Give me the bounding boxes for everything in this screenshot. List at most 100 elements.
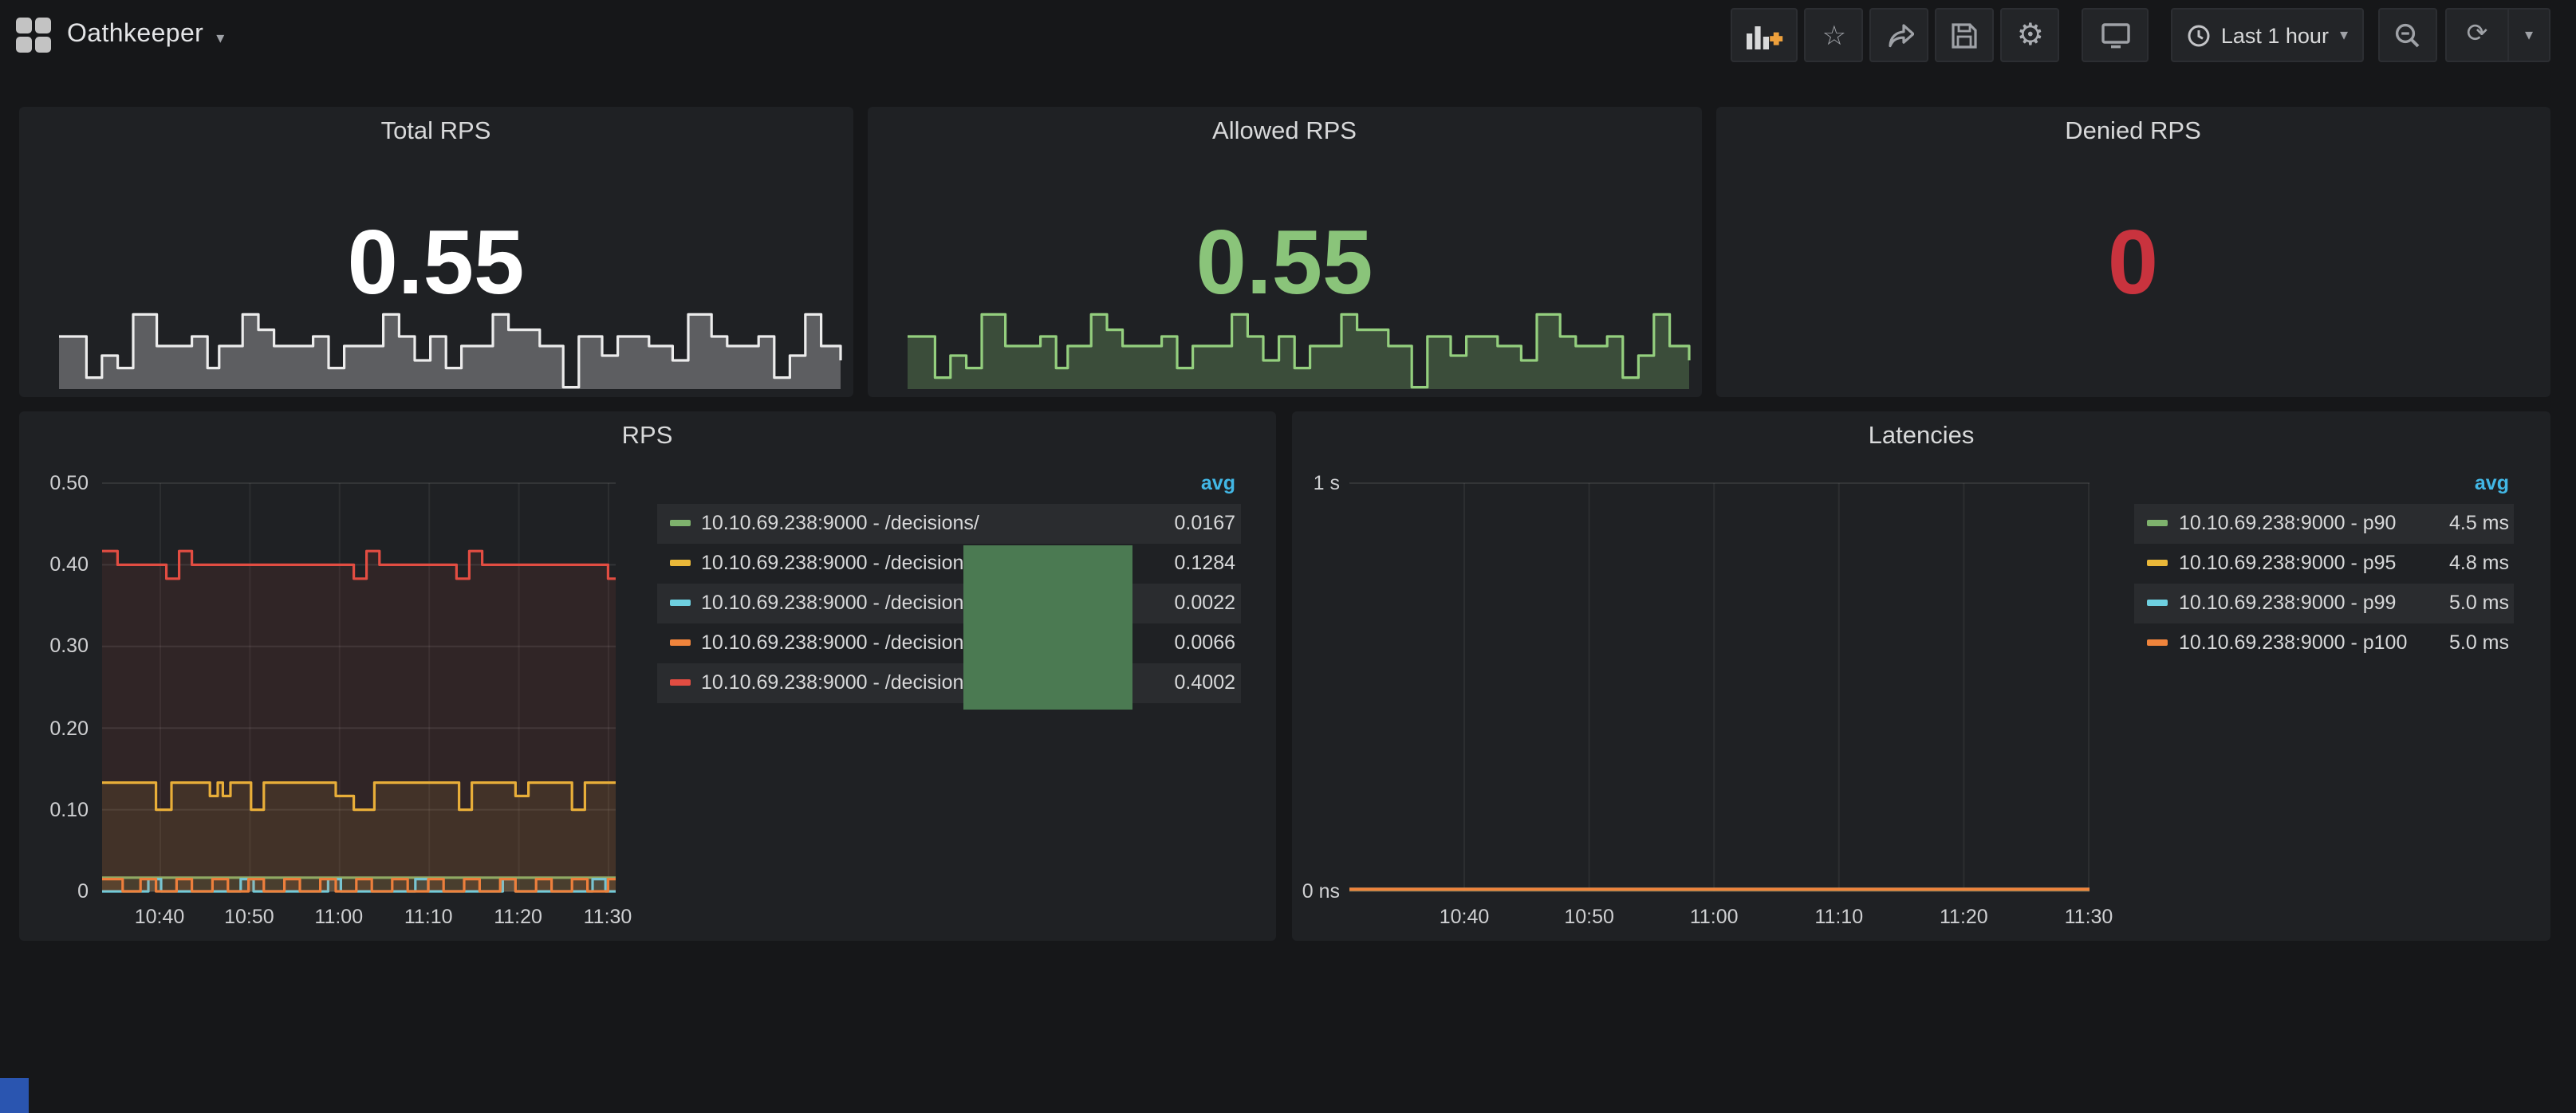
legend-series-avg-value: 0.0022: [1136, 592, 1235, 614]
legend-series-swatch: [669, 560, 690, 566]
x-axis-label: 10:50: [209, 905, 289, 927]
green-overlay-box: [963, 545, 1132, 709]
x-axis-label: 10:40: [1424, 905, 1504, 927]
x-axis-label: 11:30: [568, 905, 648, 927]
share-button[interactable]: [1870, 8, 1929, 62]
bar-chart-plus-icon: [1747, 22, 1783, 49]
y-axis-label: 0: [18, 880, 89, 903]
legend-series-swatch: [2147, 600, 2168, 606]
legend-avg-header: avg: [656, 471, 1240, 503]
legend-row[interactable]: 10.10.69.238:9000 - p995.0 ms: [2134, 583, 2514, 623]
stat-value: 0.55: [18, 218, 853, 309]
panel-allowed-rps: Allowed RPS 0.55: [867, 106, 1702, 396]
legend-series-swatch: [2147, 639, 2168, 646]
x-axis-label: 11:10: [388, 905, 468, 927]
legend-series-avg-value: 4.5 ms: [2410, 512, 2509, 534]
legend-series-swatch: [669, 639, 690, 646]
gear-icon: ⚙: [2017, 20, 2044, 50]
stat-value: 0.55: [867, 218, 1702, 309]
legend-row[interactable]: 10.10.69.238:9000 - p904.5 ms: [2134, 503, 2514, 543]
grafana-dashboard: Oathkeeper ▾ ☆: [0, 0, 2576, 1113]
legend-row[interactable]: 10.10.69.238:9000 - /decisions/0.0167: [656, 503, 1240, 543]
latencies-chart-plot[interactable]: [1349, 483, 2090, 891]
x-axis-label: 11:30: [2049, 905, 2129, 927]
y-axis-label: 0.20: [18, 717, 89, 739]
legend-row[interactable]: 10.10.69.238:9000 - /decisions/0.1284: [656, 543, 1240, 583]
latencies-legend: avg 10.10.69.238:9000 - p904.5 ms10.10.6…: [2134, 471, 2514, 663]
x-axis-label: 11:20: [1924, 905, 2003, 927]
cycle-view-button[interactable]: [2082, 8, 2149, 62]
legend-series-avg-value: 4.8 ms: [2410, 552, 2509, 574]
legend-series-label: 10.10.69.238:9000 - p90: [2179, 512, 2410, 534]
panel-title[interactable]: RPS: [18, 422, 1276, 450]
legend-series-swatch: [2147, 520, 2168, 526]
x-axis-label: 11:00: [299, 905, 379, 927]
chevron-down-icon: ▾: [2525, 26, 2533, 44]
panel-title[interactable]: Latencies: [1292, 422, 2550, 450]
legend-row[interactable]: 10.10.69.238:9000 - /decisions/0.4002: [656, 663, 1240, 702]
panel-total-rps: Total RPS 0.55: [18, 106, 853, 396]
legend-row[interactable]: 10.10.69.238:9000 - /decisions/0.0022: [656, 583, 1240, 623]
legend-series-label: 10.10.69.238:9000 - /decisions/: [701, 512, 1136, 534]
panel-rps-graph: RPS avg 10.10.69.238:9000 - /decisions/0…: [18, 411, 1276, 941]
refresh-button[interactable]: ⟳: [2445, 8, 2509, 62]
time-range-label: Last 1 hour: [2221, 23, 2329, 47]
y-axis-label: 0.10: [18, 799, 89, 821]
dashboard-grid-icon: [16, 18, 51, 53]
navbar-actions: ☆ ⚙: [1731, 8, 2550, 62]
panel-title[interactable]: Total RPS: [18, 117, 853, 146]
x-axis-label: 10:50: [1550, 905, 1629, 927]
legend-row[interactable]: 10.10.69.238:9000 - p1005.0 ms: [2134, 623, 2514, 663]
save-icon: [1952, 22, 1979, 49]
legend-row[interactable]: 10.10.69.238:9000 - p954.8 ms: [2134, 543, 2514, 583]
rps-legend: avg 10.10.69.238:9000 - /decisions/0.016…: [656, 471, 1240, 702]
star-button[interactable]: ☆: [1805, 8, 1864, 62]
chevron-down-icon: ▾: [2340, 26, 2348, 44]
y-axis-label: 0.50: [18, 472, 89, 494]
settings-button[interactable]: ⚙: [2001, 8, 2060, 62]
x-axis-label: 11:20: [479, 905, 558, 927]
rps-chart-plot[interactable]: [101, 483, 615, 891]
panel-title[interactable]: Allowed RPS: [867, 117, 1702, 146]
legend-series-avg-value: 5.0 ms: [2410, 631, 2509, 654]
y-axis-label: 0.40: [18, 553, 89, 576]
dashboard-title: Oathkeeper: [67, 21, 203, 49]
time-picker-button[interactable]: Last 1 hour ▾: [2172, 8, 2364, 62]
legend-row[interactable]: 10.10.69.238:9000 - /decisions/0.0066: [656, 623, 1240, 663]
x-axis-label: 11:10: [1799, 905, 1879, 927]
zoom-out-button[interactable]: [2378, 8, 2437, 62]
legend-series-swatch: [669, 600, 690, 606]
y-axis-label: 0.30: [18, 635, 89, 658]
legend-series-avg-value: 0.1284: [1136, 552, 1235, 574]
refresh-icon: ⟳: [2467, 22, 2488, 48]
panel-latencies-graph: Latencies avg 10.10.69.238:9000 - p904.5…: [1292, 411, 2550, 941]
share-icon: [1885, 22, 1914, 49]
star-icon: ☆: [1822, 22, 1847, 49]
legend-series-label: 10.10.69.238:9000 - p100: [2179, 631, 2410, 654]
monitor-icon: [2101, 22, 2131, 49]
x-axis-label: 11:00: [1674, 905, 1754, 927]
clock-icon: [2188, 23, 2212, 47]
legend-series-label: 10.10.69.238:9000 - p99: [2179, 592, 2410, 614]
zoom-out-icon: [2394, 22, 2421, 49]
legend-series-label: 10.10.69.238:9000 - p95: [2179, 552, 2410, 574]
dashboard-picker[interactable]: Oathkeeper ▾: [16, 18, 224, 53]
legend-series-avg-value: 0.0167: [1136, 512, 1235, 534]
legend-series-avg-value: 5.0 ms: [2410, 592, 2509, 614]
legend-series-swatch: [669, 520, 690, 526]
legend-series-avg-value: 0.4002: [1136, 671, 1235, 694]
legend-avg-header: avg: [2134, 471, 2514, 503]
chevron-down-icon: ▾: [216, 29, 224, 47]
panel-title[interactable]: Denied RPS: [1715, 117, 2550, 146]
panel-denied-rps: Denied RPS 0: [1715, 106, 2550, 396]
save-button[interactable]: [1936, 8, 1995, 62]
y-axis-label: 1 s: [1292, 472, 1340, 494]
navbar: Oathkeeper ▾ ☆: [0, 0, 2576, 72]
stat-value: 0: [1715, 218, 2550, 309]
legend-series-avg-value: 0.0066: [1136, 631, 1235, 654]
add-panel-button[interactable]: [1731, 8, 1798, 62]
y-axis-label: 0 ns: [1292, 880, 1340, 903]
refresh-interval-caret-button[interactable]: ▾: [2509, 8, 2550, 62]
x-axis-label: 10:40: [120, 905, 199, 927]
bottom-left-blue-artifact: [0, 1078, 29, 1113]
